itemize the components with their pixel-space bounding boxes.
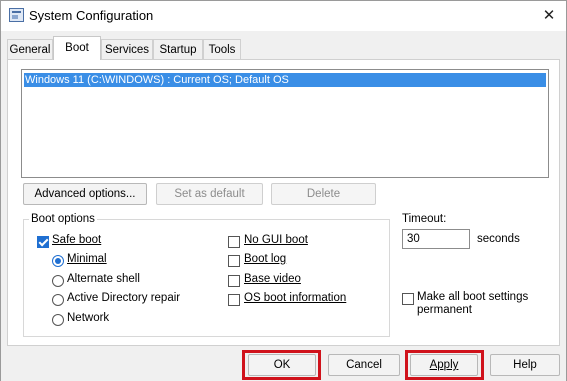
help-button[interactable]: Help [490,354,560,376]
active-directory-repair-radio[interactable] [52,294,64,306]
msconfig-app-icon [9,8,24,22]
os-boot-information-checkbox[interactable] [228,294,240,306]
no-gui-boot-checkbox[interactable] [228,236,240,248]
minimal-radio[interactable] [52,255,64,267]
advanced-options-label: Advanced options... [34,188,136,200]
os-list-item-selected[interactable]: Windows 11 (C:\WINDOWS) : Current OS; De… [24,73,546,87]
make-permanent-label-line1: Make all boot settings [417,291,529,303]
network-radio[interactable] [52,314,64,326]
window-title: System Configuration [29,8,154,23]
title-bar: System Configuration ✕ [1,1,566,31]
timeout-label: Timeout: [402,213,447,225]
active-directory-repair-label: Active Directory repair [67,292,181,304]
timeout-input[interactable]: 30 [402,229,470,249]
base-video-checkbox[interactable] [228,275,240,287]
base-video-label: Base video [244,273,301,285]
set-as-default-button[interactable]: Set as default [156,183,263,205]
safe-boot-checkbox[interactable] [37,236,49,248]
make-permanent-label-line2: permanent [417,304,472,316]
advanced-options-button[interactable]: Advanced options... [23,183,147,205]
make-permanent-checkbox[interactable] [402,293,414,305]
help-label: Help [513,359,537,371]
tab-services[interactable]: Services [101,39,153,59]
minimal-label: Minimal [67,253,107,265]
tab-boot[interactable]: Boot [53,36,101,60]
boot-log-label: Boot log [244,253,287,265]
boot-options-label: Boot options [29,213,97,225]
network-label: Network [67,312,110,324]
system-configuration-window: System Configuration ✕ General Boot Serv… [0,0,567,381]
no-gui-boot-label: No GUI boot [244,234,308,246]
tab-startup[interactable]: Startup [153,39,203,59]
set-as-default-label: Set as default [174,188,245,200]
alternate-shell-label: Alternate shell [67,273,140,285]
delete-label: Delete [306,188,341,200]
os-list[interactable]: Windows 11 (C:\WINDOWS) : Current OS; De… [21,69,549,178]
ok-highlight-box [242,350,321,380]
close-button[interactable]: ✕ [538,5,560,27]
boot-log-checkbox[interactable] [228,255,240,267]
cancel-label: Cancel [346,359,382,371]
delete-button[interactable]: Delete [271,183,376,205]
tab-tools[interactable]: Tools [203,39,241,59]
apply-highlight-box [405,350,484,380]
cancel-button[interactable]: Cancel [328,354,400,376]
tab-general[interactable]: General [7,39,53,59]
timeout-unit-label: seconds [477,233,520,245]
alternate-shell-radio[interactable] [52,275,64,287]
safe-boot-label: Safe boot [52,234,102,246]
os-boot-information-label: OS boot information [244,292,347,304]
